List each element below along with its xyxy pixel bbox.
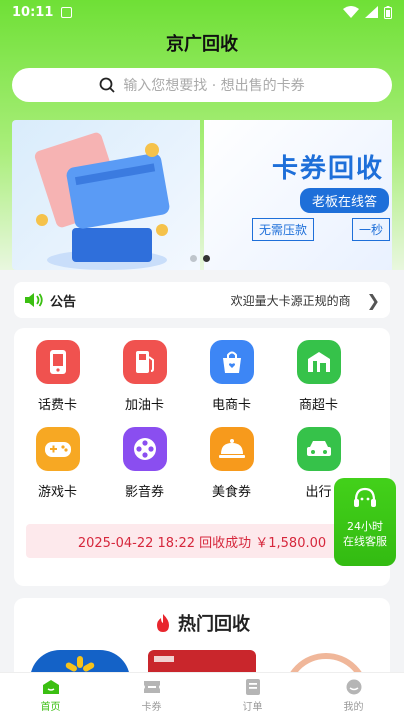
fuel-icon bbox=[122, 340, 167, 384]
category-item-food-voucher[interactable]: 美食券 bbox=[188, 427, 275, 500]
headset-icon bbox=[354, 487, 376, 507]
banner-carousel[interactable]: 卡券回收 老板在线答 无需压款 一秒 bbox=[12, 120, 392, 270]
food-cloche-icon bbox=[209, 427, 254, 471]
hot-recycle-title: 热门回收 bbox=[178, 614, 250, 635]
customer-service-button[interactable]: 24小时 在线客服 bbox=[334, 478, 396, 566]
banner-chip: 无需压款 bbox=[252, 218, 315, 241]
category-label: 影音券 bbox=[124, 485, 164, 500]
carousel-dots bbox=[190, 255, 210, 262]
page-title: 京广回收 bbox=[166, 34, 238, 55]
tab-label: 订单 bbox=[242, 701, 263, 713]
search-icon bbox=[99, 77, 115, 93]
category-label: 加油卡 bbox=[124, 398, 164, 413]
carousel-dot[interactable] bbox=[190, 255, 197, 262]
chevron-right-icon[interactable]: ❯ bbox=[367, 291, 380, 310]
category-item-ecommerce-card[interactable]: 电商卡 bbox=[188, 340, 275, 413]
banner-headline: 卡券回收 bbox=[272, 154, 385, 184]
service-line1: 24小时 bbox=[347, 520, 383, 533]
announcement-text: 欢迎量大卡源正规的商 bbox=[230, 293, 351, 308]
tab-cards[interactable]: 卡券 bbox=[101, 673, 202, 718]
banner-slide-card-recycle[interactable]: 卡券回收 老板在线答 无需压款 一秒 bbox=[204, 120, 392, 270]
hot-recycle-heading: 热门回收 bbox=[14, 610, 390, 636]
signal-icon bbox=[365, 6, 378, 18]
order-icon bbox=[245, 678, 260, 695]
category-item-media-voucher[interactable]: 影音券 bbox=[101, 427, 188, 500]
film-reel-icon bbox=[122, 427, 167, 471]
announcement-label: 公告 bbox=[50, 294, 77, 310]
category-label: 出行 bbox=[305, 485, 332, 500]
tab-profile[interactable]: 我的 bbox=[303, 673, 404, 718]
announcement-bar[interactable]: 公告 欢迎量大卡源正规的商 ❯ bbox=[14, 282, 390, 318]
store-icon bbox=[296, 340, 341, 384]
shopping-bag-icon bbox=[209, 340, 254, 384]
notification-icon bbox=[61, 6, 73, 18]
flame-icon bbox=[157, 614, 169, 632]
search-placeholder: 输入您想要找 · 想出售的卡券 bbox=[123, 78, 305, 94]
search-bar[interactable]: 输入您想要找 · 想出售的卡券 bbox=[12, 68, 392, 102]
bottom-tab-bar: 首页 卡券 订单 我的 bbox=[0, 672, 404, 718]
category-item-supermarket-card[interactable]: 商超卡 bbox=[275, 340, 362, 413]
tab-label: 我的 bbox=[343, 701, 364, 713]
battery-icon bbox=[384, 5, 392, 19]
tab-home[interactable]: 首页 bbox=[0, 673, 101, 718]
banner-pill: 老板在线答 bbox=[300, 188, 390, 213]
tab-orders[interactable]: 订单 bbox=[202, 673, 303, 718]
category-label: 话费卡 bbox=[37, 398, 77, 413]
home-icon bbox=[42, 679, 59, 694]
category-item-game-card[interactable]: 游戏卡 bbox=[14, 427, 101, 500]
ticket-icon bbox=[143, 680, 160, 693]
status-bar: 10:11 bbox=[0, 0, 404, 24]
banner-slide-card-illustration[interactable] bbox=[12, 120, 200, 270]
tab-label: 首页 bbox=[40, 701, 61, 713]
wifi-icon bbox=[343, 6, 359, 18]
tab-label: 卡券 bbox=[141, 701, 162, 713]
category-item-fuel-card[interactable]: 加油卡 bbox=[101, 340, 188, 413]
category-label: 商超卡 bbox=[298, 398, 338, 413]
service-line2: 在线客服 bbox=[343, 535, 387, 548]
category-label: 电商卡 bbox=[211, 398, 251, 413]
status-time: 10:11 bbox=[12, 4, 54, 20]
car-icon bbox=[296, 427, 341, 471]
profile-icon bbox=[346, 679, 361, 694]
category-label: 美食券 bbox=[211, 485, 251, 500]
banner-chip: 一秒 bbox=[352, 218, 391, 241]
category-item-phone-card[interactable]: 话费卡 bbox=[14, 340, 101, 413]
speaker-icon bbox=[25, 293, 43, 307]
gamepad-icon bbox=[35, 427, 80, 471]
card-illustration-image bbox=[34, 132, 170, 270]
category-grid: 话费卡 加油卡 电商卡 商超卡 游戏卡 影音券 美食券 出行 bbox=[14, 340, 390, 500]
recycle-ticker: 2025-04-22 18:22 回收成功 ￥1,580.00 bbox=[26, 524, 378, 558]
phone-icon bbox=[35, 340, 80, 384]
category-label: 游戏卡 bbox=[37, 485, 77, 500]
carousel-dot-active[interactable] bbox=[203, 255, 210, 262]
